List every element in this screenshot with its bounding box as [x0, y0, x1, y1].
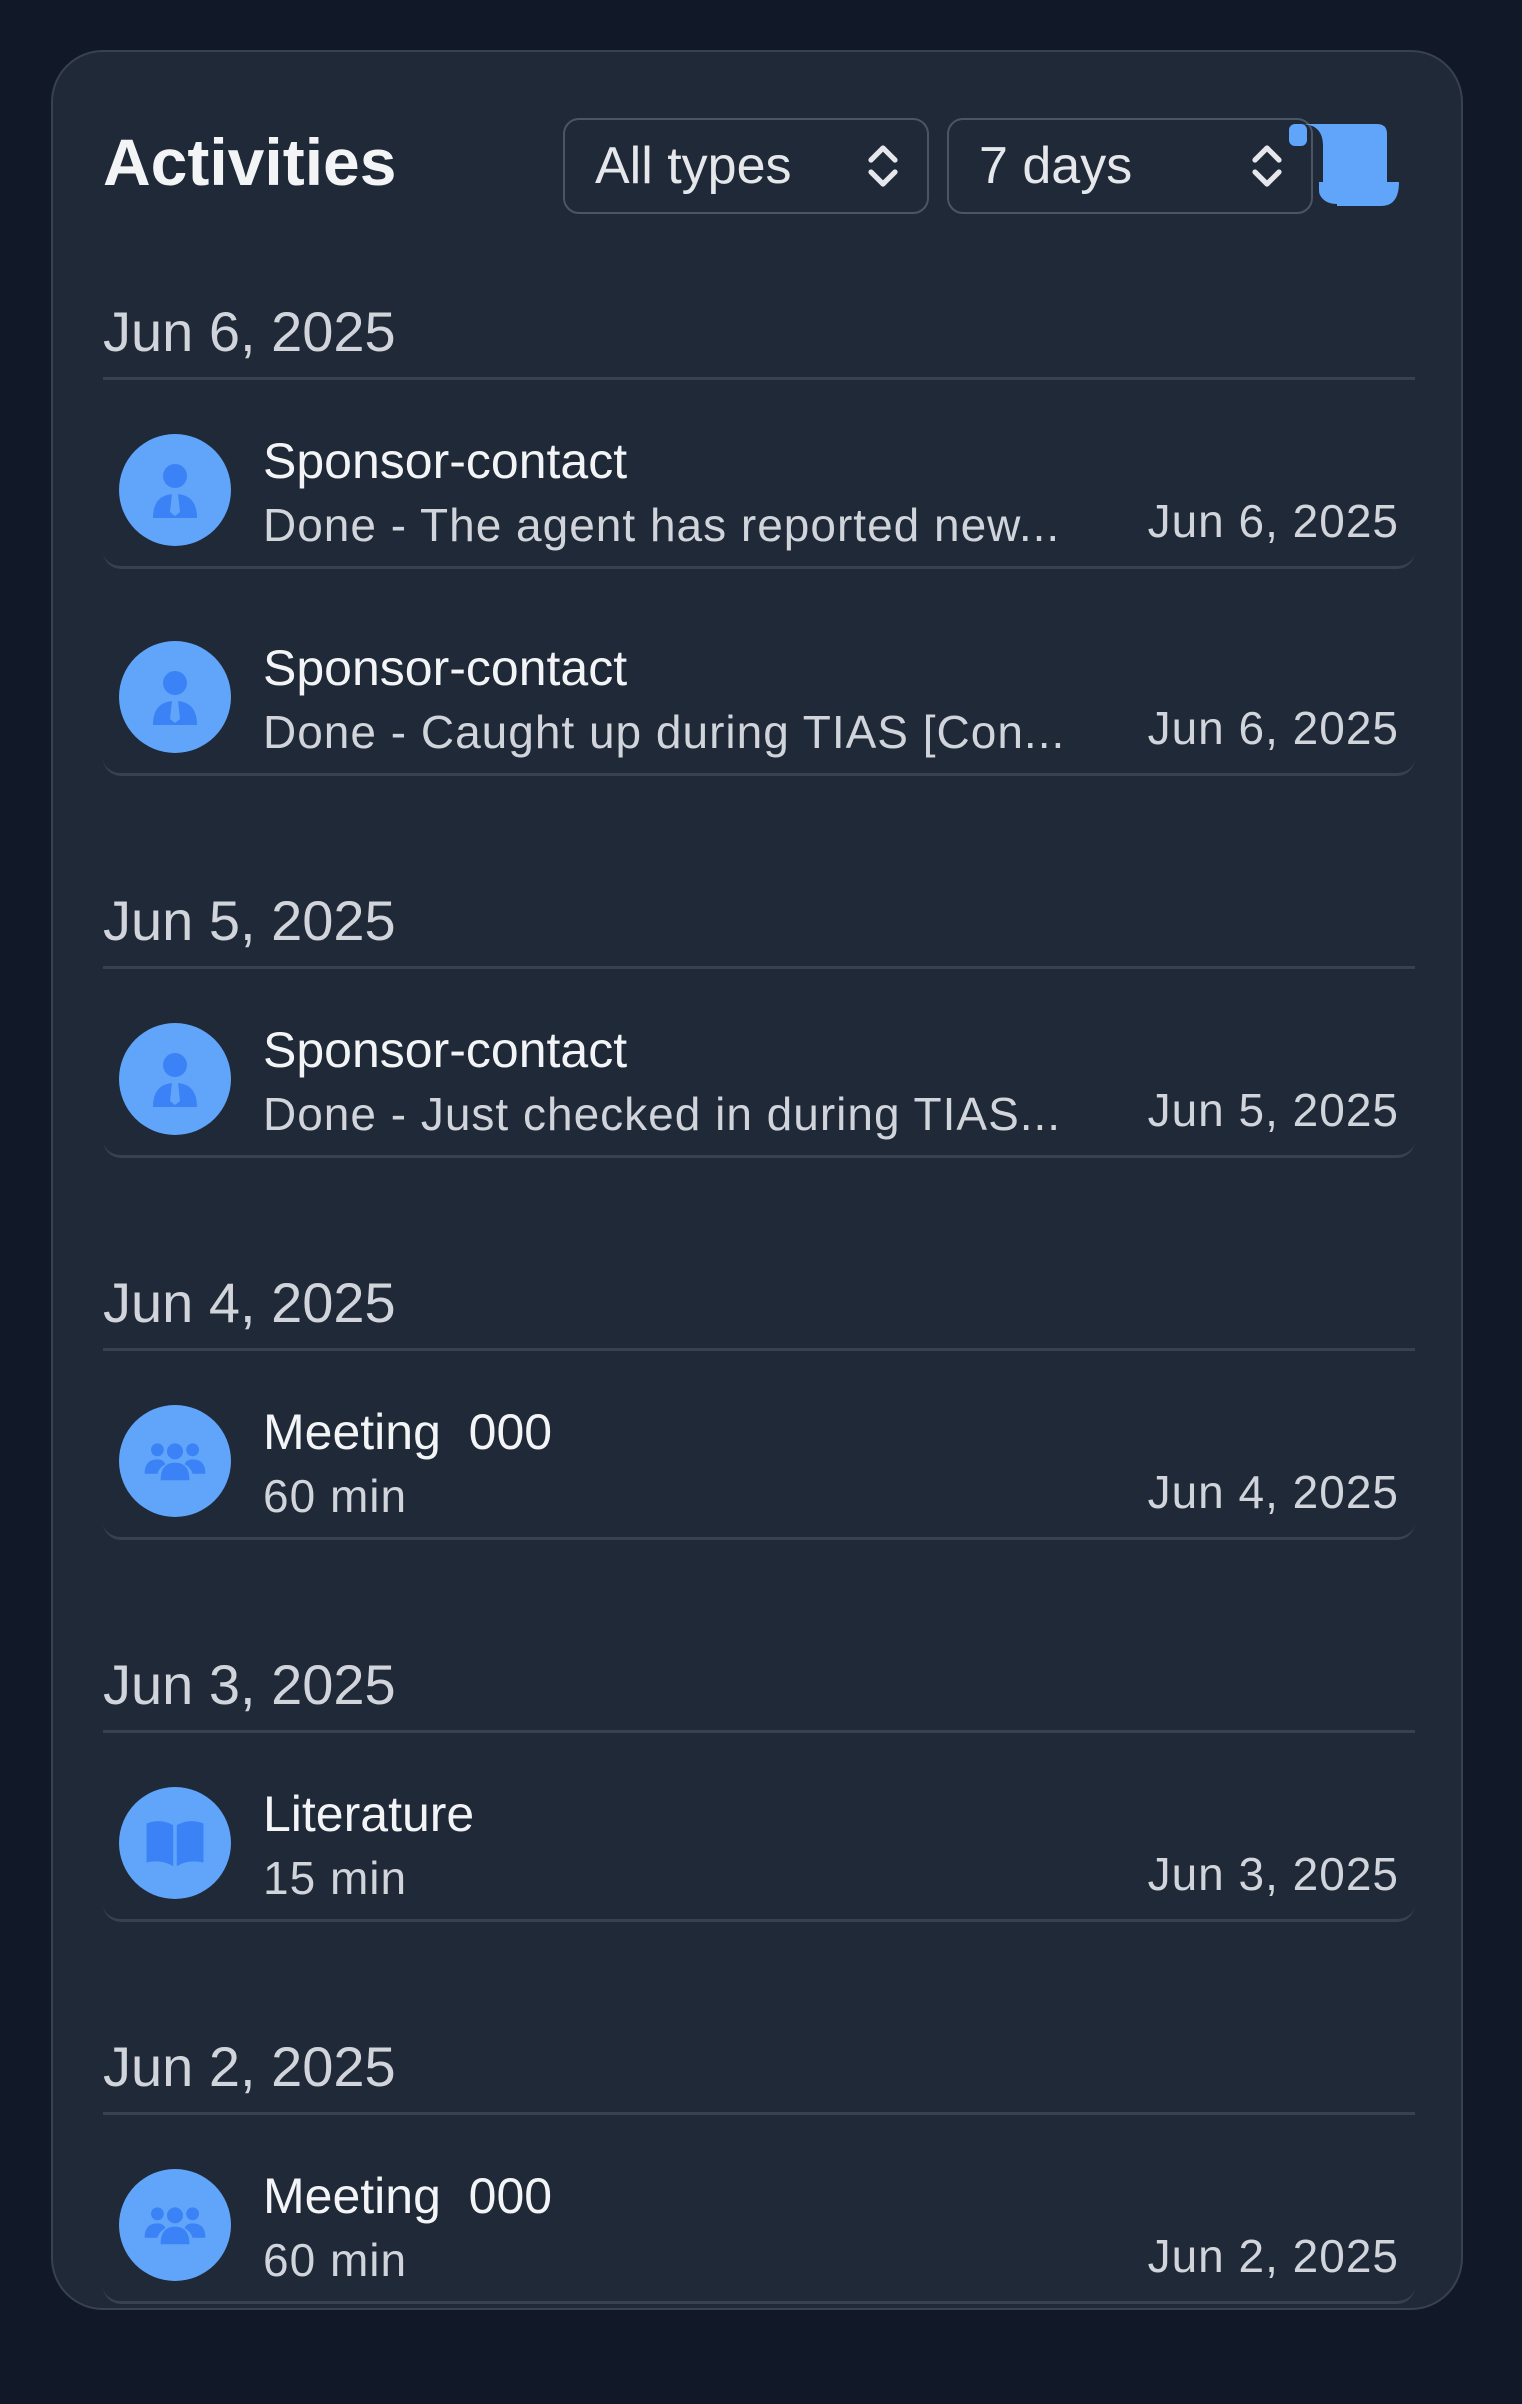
activity-group: Jun 6, 2025 Sponsor-contact Done - The age…	[103, 287, 1415, 776]
activities-card: Activities All types 7 days Jun 6, 2025 S…	[51, 50, 1463, 2310]
activity-title: Sponsor-contact	[263, 433, 628, 489]
activity-title: Sponsor-contact	[263, 1022, 628, 1078]
group-date-heading: Jun 3, 2025	[103, 1640, 1415, 1733]
activity-item[interactable]: Sponsor-contact Done - The agent has repo…	[103, 380, 1415, 569]
activity-title: Literature	[263, 1786, 475, 1842]
activity-title: Meeting 000	[263, 2168, 553, 2224]
activity-avatar	[119, 641, 231, 753]
activity-avatar	[119, 2169, 231, 2281]
book-open-icon	[146, 1821, 204, 1867]
range-filter-select[interactable]: 7 days	[947, 118, 1313, 214]
card-header: Activities All types 7 days	[103, 112, 1411, 214]
activity-subtitle: 60 min	[263, 2234, 408, 2286]
activity-group: Jun 3, 2025 Literature 15 min Jun 3, 2025	[103, 1640, 1415, 1922]
activity-item[interactable]: Literature 15 min Jun 3, 2025	[103, 1733, 1415, 1922]
activity-date: Jun 6, 2025	[1147, 495, 1399, 547]
user-tie-icon	[153, 671, 197, 725]
user-tie-icon	[153, 464, 197, 518]
activity-avatar	[119, 1405, 231, 1517]
chevron-up-down-icon	[1252, 145, 1282, 187]
activity-subtitle: 15 min	[263, 1852, 408, 1904]
people-group-icon	[144, 1443, 206, 1481]
activity-date: Jun 2, 2025	[1147, 2230, 1399, 2282]
activity-list: Jun 6, 2025 Sponsor-contact Done - The age…	[103, 297, 1415, 2404]
group-date-heading: Jun 5, 2025	[103, 876, 1415, 969]
activity-avatar	[119, 434, 231, 546]
activity-item[interactable]: Sponsor-contact Done - Caught up during T…	[103, 587, 1415, 776]
activity-group: Jun 5, 2025 Sponsor-contact Done - Just ch…	[103, 876, 1415, 1158]
activity-subtitle: Done - Caught up during TIAS [Con...	[263, 706, 1066, 758]
activity-item[interactable]: Meeting 000 60 min Jun 4, 2025	[103, 1351, 1415, 1540]
activity-title: Sponsor-contact	[263, 640, 628, 696]
group-date-heading: Jun 4, 2025	[103, 1258, 1415, 1351]
people-group-icon	[144, 2207, 206, 2245]
activity-item[interactable]: Meeting 000 60 min Jun 2, 2025	[103, 2115, 1415, 2304]
activity-date: Jun 3, 2025	[1147, 1848, 1399, 1900]
chevron-up-down-icon	[868, 145, 898, 187]
user-tie-icon	[153, 1053, 197, 1107]
range-filter-value: 7 days	[979, 137, 1133, 195]
activity-title: Meeting 000	[263, 1404, 553, 1460]
activity-subtitle: 60 min	[263, 1470, 408, 1522]
activity-avatar	[119, 1023, 231, 1135]
scroll-icon[interactable]	[1289, 120, 1401, 210]
activity-group: Jun 2, 2025 Meeting 000 60 min Jun 2, 2025	[103, 2022, 1415, 2304]
type-filter-value: All types	[595, 137, 792, 195]
activity-subtitle: Done - The agent has reported new...	[263, 499, 1061, 551]
activity-group: Jun 4, 2025 Meeting 000 60 min Jun 4, 2025	[103, 1258, 1415, 1540]
activity-date: Jun 4, 2025	[1147, 1466, 1399, 1518]
group-date-heading: Jun 6, 2025	[103, 287, 1415, 380]
activity-avatar	[119, 1787, 231, 1899]
page-title: Activities	[103, 125, 397, 199]
activity-date: Jun 5, 2025	[1147, 1084, 1399, 1136]
activity-subtitle: Done - Just checked in during TIAS...	[263, 1088, 1062, 1140]
activity-item[interactable]: Sponsor-contact Done - Just checked in du…	[103, 969, 1415, 1158]
activity-date: Jun 6, 2025	[1147, 702, 1399, 754]
type-filter-select[interactable]: All types	[563, 118, 929, 214]
group-date-heading: Jun 2, 2025	[103, 2022, 1415, 2115]
